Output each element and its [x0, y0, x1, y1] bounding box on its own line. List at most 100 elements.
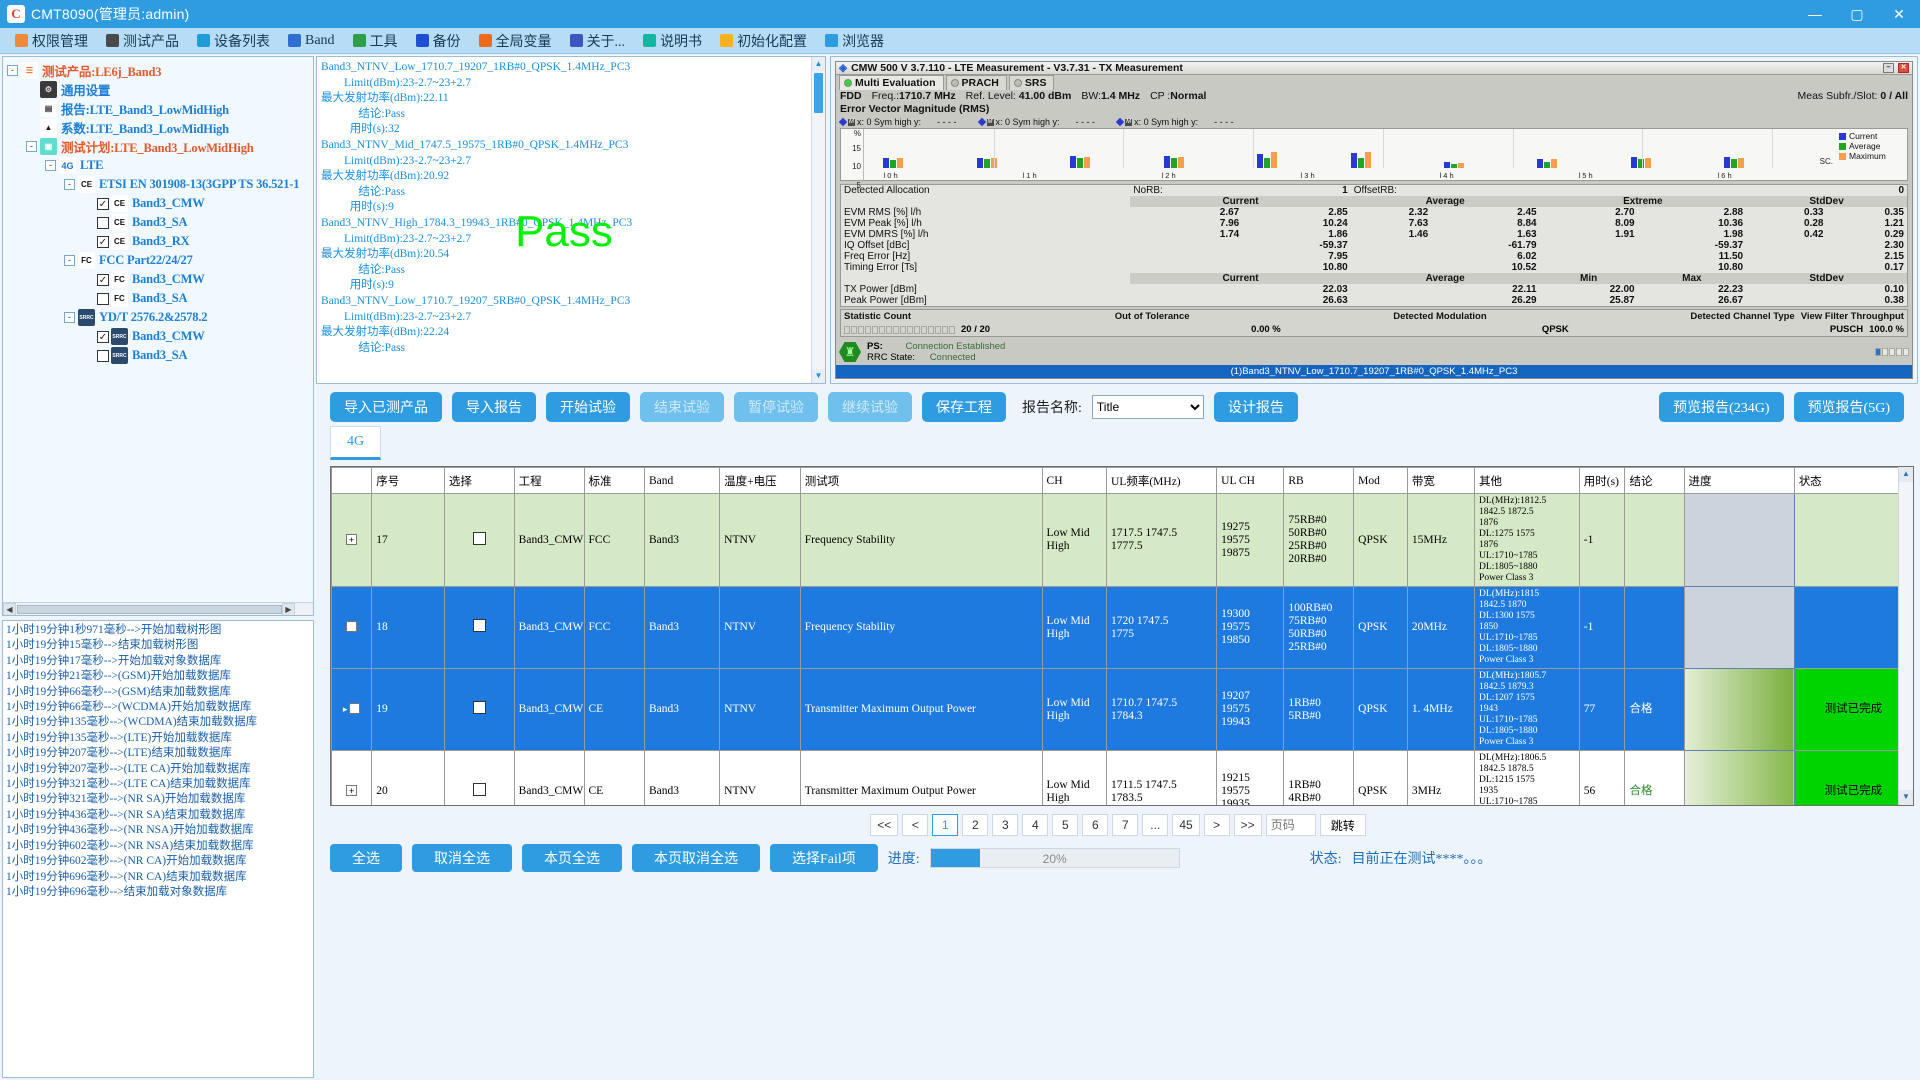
- grid-column-header-13[interactable]: 带宽: [1406, 467, 1476, 494]
- page-3-button[interactable]: 3: [992, 814, 1019, 836]
- row-expander-icon[interactable]: +: [346, 785, 358, 796]
- table-cell-[interactable]: ▸ +: [331, 668, 373, 751]
- test-items-grid[interactable]: 序号 选择 工程 标准 Band 温度+电压 测试项 CH UL频率(MHz) UL CH RB Mo…: [330, 466, 1914, 806]
- menu-item-9[interactable]: 初始化配置: [711, 28, 816, 54]
- instrument-tab-2[interactable]: SRS: [1008, 75, 1055, 90]
- table-cell-[interactable]: +: [331, 586, 373, 669]
- table-row[interactable]: +18 Band3_CMW FCC Band3 NTNV Frequency Stabil…: [331, 586, 1913, 669]
- tree-node-8[interactable]: CE Band3_SA: [7, 213, 313, 232]
- grid-vertical-scrollbar[interactable]: ▲ ▼: [1898, 467, 1913, 805]
- table-cell-选择[interactable]: [443, 493, 515, 587]
- tree-horizontal-scrollbar[interactable]: ◀ ▶: [3, 602, 313, 615]
- page-jump-button[interactable]: 跳转: [1319, 814, 1366, 836]
- tree-node-checkbox[interactable]: ✓: [97, 235, 109, 248]
- tree-node-13[interactable]: - SRRC YD/T 2576.2&2578.2: [7, 308, 313, 327]
- row-select-checkbox[interactable]: [472, 619, 486, 632]
- grid-scroll-up-arrow[interactable]: ▲: [1899, 467, 1913, 482]
- start-test-button[interactable]: 开始试验: [546, 392, 630, 422]
- page-unselect-all-button[interactable]: 本页取消全选: [632, 844, 760, 872]
- grid-column-header-3[interactable]: 工程: [513, 467, 585, 494]
- tree-node-5[interactable]: -4G LTE: [7, 156, 313, 175]
- menu-item-7[interactable]: 关于...: [561, 28, 635, 54]
- design-report-button[interactable]: 设计报告: [1213, 392, 1298, 422]
- message-vertical-scrollbar[interactable]: ▲ ▼: [811, 57, 825, 383]
- page-5-button[interactable]: 5: [1052, 814, 1079, 836]
- grid-column-header-16[interactable]: 结论: [1624, 467, 1685, 494]
- row-select-checkbox[interactable]: [472, 783, 486, 796]
- scroll-up-arrow[interactable]: ▲: [812, 57, 825, 71]
- tree-node-checkbox[interactable]: ✓: [97, 330, 109, 343]
- table-row[interactable]: +17 Band3_CMW FCC Band3 NTNV Frequency Stabil…: [331, 493, 1913, 587]
- page-...-button[interactable]: ...: [1142, 814, 1169, 836]
- table-cell-选择[interactable]: [443, 750, 515, 805]
- menu-item-0[interactable]: 权限管理: [6, 28, 97, 54]
- grid-column-header-0[interactable]: [331, 467, 373, 494]
- table-cell-选择[interactable]: [443, 668, 515, 751]
- page-prev-button[interactable]: <: [902, 814, 929, 836]
- menu-item-1[interactable]: 测试产品: [97, 28, 188, 54]
- tree-node-checkbox[interactable]: [97, 349, 109, 362]
- page-select-all-button[interactable]: 本页全选: [522, 844, 622, 872]
- grid-column-header-15[interactable]: 用时(s): [1578, 467, 1626, 494]
- tree-node-1[interactable]: ⚙ 通用设置: [7, 80, 313, 99]
- close-button[interactable]: ✕: [1878, 0, 1920, 28]
- tree-node-2[interactable]: ▤ 报告:LTE_Band3_LowMidHigh: [7, 99, 313, 118]
- tree-node-3[interactable]: ▲ 系数:LTE_Band3_LowMidHigh: [7, 118, 313, 137]
- page-2-button[interactable]: 2: [962, 814, 989, 836]
- minimize-button[interactable]: —: [1794, 0, 1836, 28]
- tree-node-12[interactable]: FC Band3_SA: [7, 289, 313, 308]
- grid-column-header-7[interactable]: 测试项: [799, 467, 1043, 494]
- test-plan-tree[interactable]: - ☰ 测试产品:LE6j_Band3 ⚙ 通用设置 ▤ 报告:LTE_Band3_LowM…: [2, 56, 314, 616]
- table-cell-[interactable]: +: [331, 750, 373, 805]
- tree-node-4[interactable]: - ▣ 测试计划:LTE_Band3_LowMidHigh: [7, 137, 313, 156]
- grid-column-header-11[interactable]: RB: [1283, 467, 1355, 494]
- tree-node-9[interactable]: ✓ CE Band3_RX: [7, 232, 313, 251]
- instrument-close-button[interactable]: ✕: [1898, 63, 1909, 73]
- tab-4g[interactable]: 4G: [330, 426, 382, 460]
- menu-item-6[interactable]: 全局变量: [470, 28, 561, 54]
- tree-expander-icon[interactable]: -: [26, 141, 37, 152]
- tree-node-checkbox[interactable]: ✓: [97, 273, 109, 286]
- scroll-thumb[interactable]: [17, 604, 282, 614]
- row-expander-icon[interactable]: +: [349, 703, 361, 714]
- row-select-checkbox[interactable]: [472, 531, 486, 545]
- report-name-select[interactable]: Title: [1091, 395, 1204, 419]
- unselect-all-button[interactable]: 取消全选: [412, 844, 512, 872]
- grid-column-header-18[interactable]: 状态: [1793, 467, 1913, 494]
- grid-column-header-5[interactable]: Band: [643, 467, 721, 494]
- menu-item-2[interactable]: 设备列表: [188, 28, 279, 54]
- grid-column-header-2[interactable]: 选择: [443, 467, 515, 494]
- tree-node-11[interactable]: ✓ FC Band3_CMW: [7, 270, 313, 289]
- grid-column-header-6[interactable]: 温度+电压: [719, 467, 801, 494]
- tree-expander-icon[interactable]: -: [7, 65, 18, 76]
- select-fail-items-button[interactable]: 选择Fail项: [770, 844, 878, 872]
- tree-node-7[interactable]: ✓ CE Band3_CMW: [7, 194, 313, 213]
- grid-column-header-8[interactable]: CH: [1041, 467, 1108, 494]
- menu-item-4[interactable]: 工具: [344, 28, 407, 54]
- page-next-button[interactable]: >: [1203, 814, 1230, 836]
- grid-column-header-1[interactable]: 序号: [371, 467, 445, 494]
- menu-item-3[interactable]: Band: [279, 28, 344, 54]
- grid-column-header-4[interactable]: 标准: [583, 467, 645, 494]
- system-log-panel[interactable]: 1小时19分钟1秒971毫秒-->开始加载树形图 1小时19分钟15毫秒-->结束…: [2, 620, 314, 1078]
- scroll-left-arrow[interactable]: ◀: [3, 602, 16, 615]
- tree-node-checkbox[interactable]: [97, 292, 109, 305]
- preview-report-234g-button[interactable]: 预览报告(234G): [1659, 392, 1784, 422]
- instrument-tab-0[interactable]: Multi Evaluation: [839, 75, 944, 90]
- import-tested-product-button[interactable]: 导入已测产品: [330, 392, 442, 422]
- page-4-button[interactable]: 4: [1022, 814, 1049, 836]
- grid-column-header-10[interactable]: UL CH: [1216, 467, 1285, 494]
- tree-expander-icon[interactable]: -: [64, 312, 75, 323]
- maximize-button[interactable]: ▢: [1836, 0, 1878, 28]
- tree-node-15[interactable]: SRRC Band3_SA: [7, 346, 313, 365]
- page-first-button[interactable]: <<: [870, 814, 899, 836]
- tree-node-10[interactable]: - FC FCC Part22/24/27: [7, 251, 313, 270]
- table-cell-选择[interactable]: [443, 586, 515, 669]
- grid-column-header-9[interactable]: UL频率(MHz): [1106, 467, 1218, 494]
- select-all-button[interactable]: 全选: [330, 844, 402, 872]
- menu-item-10[interactable]: 浏览器: [816, 28, 893, 54]
- tree-node-0[interactable]: - ☰ 测试产品:LE6j_Band3: [7, 61, 313, 80]
- instrument-minimize-button[interactable]: –: [1883, 63, 1894, 73]
- tree-expander-icon[interactable]: -: [45, 160, 56, 171]
- tree-node-6[interactable]: - CE ETSI EN 301908-13(3GPP TS 36.521-1: [7, 175, 313, 194]
